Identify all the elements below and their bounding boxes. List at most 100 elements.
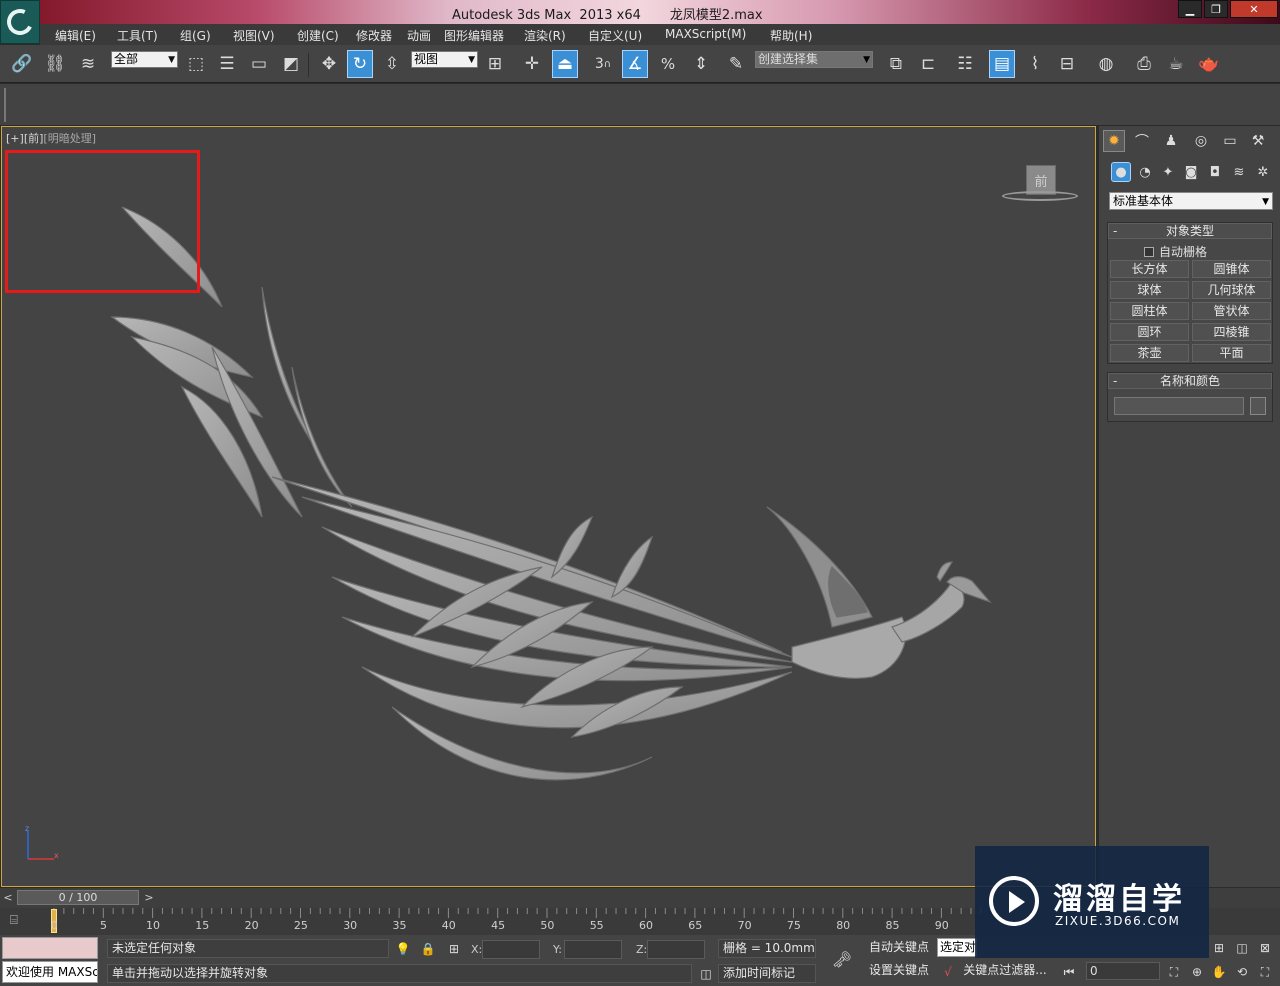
- menu-customize[interactable]: 自定义(U): [588, 27, 642, 44]
- coord-y-input[interactable]: [564, 940, 622, 959]
- zoom-all-icon[interactable]: ⊕: [1189, 964, 1205, 980]
- pyramid-button[interactable]: 四棱锥: [1192, 323, 1271, 341]
- modify-tab-icon[interactable]: ⌒: [1131, 130, 1153, 152]
- graphite-ribbon-icon[interactable]: ▤: [989, 50, 1015, 78]
- rendered-frame-window-icon[interactable]: ☕: [1163, 50, 1189, 78]
- schematic-view-icon[interactable]: ⊟: [1054, 50, 1080, 78]
- cameras-icon[interactable]: ◙: [1181, 162, 1201, 182]
- next-frame-button[interactable]: >: [142, 891, 156, 905]
- cone-button[interactable]: 圆锥体: [1192, 260, 1271, 278]
- object-name-input[interactable]: [1114, 397, 1244, 415]
- curve-editor-icon[interactable]: ⌇: [1022, 50, 1048, 78]
- menu-views[interactable]: 视图(V): [233, 27, 275, 44]
- lights-icon[interactable]: ✦: [1158, 162, 1178, 182]
- tube-button[interactable]: 管状体: [1192, 302, 1271, 320]
- align-icon[interactable]: ⊏: [915, 50, 941, 78]
- select-by-name-icon[interactable]: ☰: [214, 50, 240, 78]
- window-crossing-icon[interactable]: ◩: [278, 50, 304, 78]
- menu-help[interactable]: 帮助(H): [770, 27, 812, 44]
- curve-editor-mini-icon[interactable]: ⌸: [10, 913, 32, 931]
- layer-manager-icon[interactable]: ☷: [952, 50, 978, 78]
- utilities-tab-icon[interactable]: ⚒: [1247, 130, 1269, 152]
- edit-named-selection-icon[interactable]: ✎: [723, 50, 749, 78]
- keyboard-shortcut-override-icon[interactable]: ⏏: [552, 50, 578, 78]
- prev-frame-button[interactable]: <: [1, 891, 15, 905]
- menu-animation[interactable]: 动画: [407, 27, 431, 44]
- pan-view-icon[interactable]: ✋: [1211, 964, 1227, 980]
- reference-coordinate-dropdown[interactable]: 视图 ▼: [411, 51, 478, 68]
- ribbon-grip-handle[interactable]: [4, 88, 6, 122]
- menu-group[interactable]: 组(G): [180, 27, 211, 44]
- key-mode-selection-dropdown[interactable]: 选定对: [937, 938, 977, 957]
- object-type-rollout-header[interactable]: - 对象类型: [1108, 223, 1272, 239]
- menu-tools[interactable]: 工具(T): [117, 27, 158, 44]
- coord-z-input[interactable]: [647, 940, 705, 959]
- menu-graph-editors[interactable]: 图形编辑器: [444, 27, 504, 44]
- menu-create[interactable]: 创建(C): [297, 27, 339, 44]
- motion-tab-icon[interactable]: ◎: [1190, 130, 1212, 152]
- spinner-snap-icon[interactable]: ⇕: [688, 50, 714, 78]
- hierarchy-tab-icon[interactable]: ♟: [1160, 130, 1182, 152]
- manipulate-icon[interactable]: ✛: [519, 50, 545, 78]
- object-color-swatch[interactable]: [1250, 397, 1266, 415]
- viewcube[interactable]: 前: [1002, 163, 1080, 207]
- go-to-start-icon[interactable]: ⏮: [1061, 964, 1077, 980]
- set-key-icon[interactable]: 🗝: [829, 950, 855, 969]
- coord-x-input[interactable]: [482, 940, 540, 959]
- menu-edit[interactable]: 编辑(E): [55, 27, 96, 44]
- orbit-icon[interactable]: ⟲: [1234, 964, 1250, 980]
- time-slider-thumb[interactable]: 0 / 100: [17, 890, 139, 905]
- maxscript-listener-field[interactable]: 欢迎使用 MAXScr: [2, 961, 98, 983]
- space-warps-icon[interactable]: ≋: [1229, 162, 1249, 182]
- autogrid-checkbox[interactable]: 自动栅格: [1144, 243, 1207, 260]
- restore-button[interactable]: ❐: [1204, 0, 1228, 18]
- viewport-view-label[interactable]: [前]: [24, 132, 44, 145]
- select-move-icon[interactable]: ✥: [316, 50, 342, 78]
- zoom-extents-all-icon[interactable]: ⊞: [1211, 940, 1227, 956]
- set-key-button[interactable]: 设置关键点: [866, 961, 932, 982]
- angle-snap-icon[interactable]: ∡: [622, 50, 648, 78]
- menu-maxscript[interactable]: MAXScript(M): [665, 27, 746, 41]
- isolate-selection-icon[interactable]: 💡: [395, 941, 411, 957]
- systems-icon[interactable]: ✲: [1253, 162, 1273, 182]
- plane-button[interactable]: 平面: [1192, 344, 1271, 362]
- selection-filter-dropdown[interactable]: 全部 ▼: [111, 51, 178, 68]
- shapes-icon[interactable]: ◔: [1135, 162, 1155, 182]
- viewport-shading-label[interactable]: [明暗处理]: [43, 132, 96, 145]
- select-object-icon[interactable]: ⬚: [183, 50, 209, 78]
- app-menu-button[interactable]: [0, 0, 40, 44]
- select-rotate-icon[interactable]: ↻: [347, 50, 373, 78]
- named-selection-set-dropdown[interactable]: 创建选择集 ▼: [755, 51, 873, 68]
- geometry-icon[interactable]: ●: [1111, 162, 1131, 182]
- field-of-view-icon[interactable]: ◫: [1234, 940, 1250, 956]
- snaps-toggle-icon[interactable]: 3 ∩: [590, 50, 616, 78]
- torus-button[interactable]: 圆环: [1110, 323, 1189, 341]
- cylinder-button[interactable]: 圆柱体: [1110, 302, 1189, 320]
- geometry-category-dropdown[interactable]: 标准基本体 ▼: [1109, 192, 1273, 210]
- key-filters-button[interactable]: 关键点过滤器...: [958, 961, 1052, 982]
- geosphere-button[interactable]: 几何球体: [1192, 281, 1271, 299]
- mirror-icon[interactable]: ⧉: [883, 50, 909, 78]
- front-viewport[interactable]: [+][前][明暗处理] 前 z x: [1, 126, 1096, 887]
- close-button[interactable]: ✕: [1230, 0, 1278, 18]
- render-setup-icon[interactable]: ⎙: [1131, 50, 1157, 78]
- material-editor-icon[interactable]: ◍: [1093, 50, 1119, 78]
- rectangular-selection-icon[interactable]: ▭: [246, 50, 272, 78]
- selection-lock-icon[interactable]: 🔒: [420, 941, 436, 957]
- auto-key-button[interactable]: 自动关键点: [866, 938, 932, 959]
- viewcube-compass-ring[interactable]: [1002, 191, 1078, 201]
- time-tag-icon[interactable]: ◫: [698, 966, 714, 982]
- name-and-color-rollout-header[interactable]: - 名称和颜色: [1108, 373, 1272, 389]
- menu-modifiers[interactable]: 修改器: [356, 27, 392, 44]
- percent-snap-icon[interactable]: %: [655, 50, 681, 78]
- box-button[interactable]: 长方体: [1110, 260, 1189, 278]
- display-tab-icon[interactable]: ▭: [1219, 130, 1241, 152]
- teapot-button[interactable]: 茶壶: [1110, 344, 1189, 362]
- zoom-extents-icon[interactable]: ⛶: [1166, 964, 1182, 980]
- pivot-center-icon[interactable]: ⊞: [482, 50, 508, 78]
- create-tab-icon[interactable]: ✹: [1103, 130, 1125, 152]
- link-icon[interactable]: 🔗: [9, 50, 35, 78]
- current-frame-input[interactable]: 0: [1086, 962, 1160, 980]
- absolute-mode-icon[interactable]: ⊞: [446, 941, 462, 957]
- bind-space-warp-icon[interactable]: ≋: [75, 50, 101, 78]
